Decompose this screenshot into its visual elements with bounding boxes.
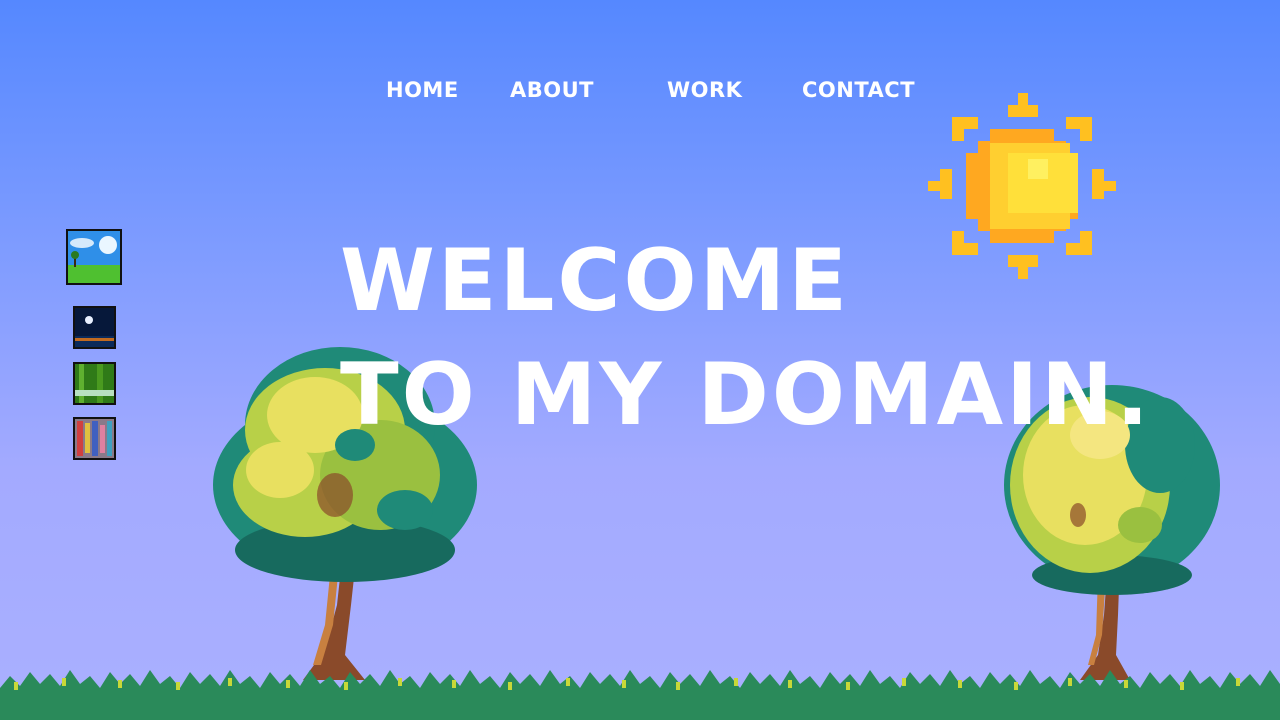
meadow-sky-image: [68, 231, 120, 283]
nav-work[interactable]: WORK: [667, 78, 742, 102]
hero-line-1: WELCOME: [340, 231, 850, 331]
nav-home[interactable]: HOME: [386, 78, 459, 102]
grass-ground: [0, 670, 1280, 720]
thumbnail-meadow-sky[interactable]: [66, 229, 122, 285]
nav-about[interactable]: ABOUT: [510, 78, 594, 102]
thumbnail-forest-stream[interactable]: [73, 362, 116, 405]
night-moon-image: [75, 308, 114, 347]
nav-contact[interactable]: CONTACT: [802, 78, 915, 102]
thumbnail-city-street[interactable]: [73, 417, 116, 460]
city-street-image: [75, 419, 114, 458]
hero-line-2: TO MY DOMAIN.: [340, 345, 1152, 445]
thumbnail-night-moon[interactable]: [73, 306, 116, 349]
sun-icon: [928, 93, 1116, 279]
forest-stream-image: [75, 364, 114, 403]
